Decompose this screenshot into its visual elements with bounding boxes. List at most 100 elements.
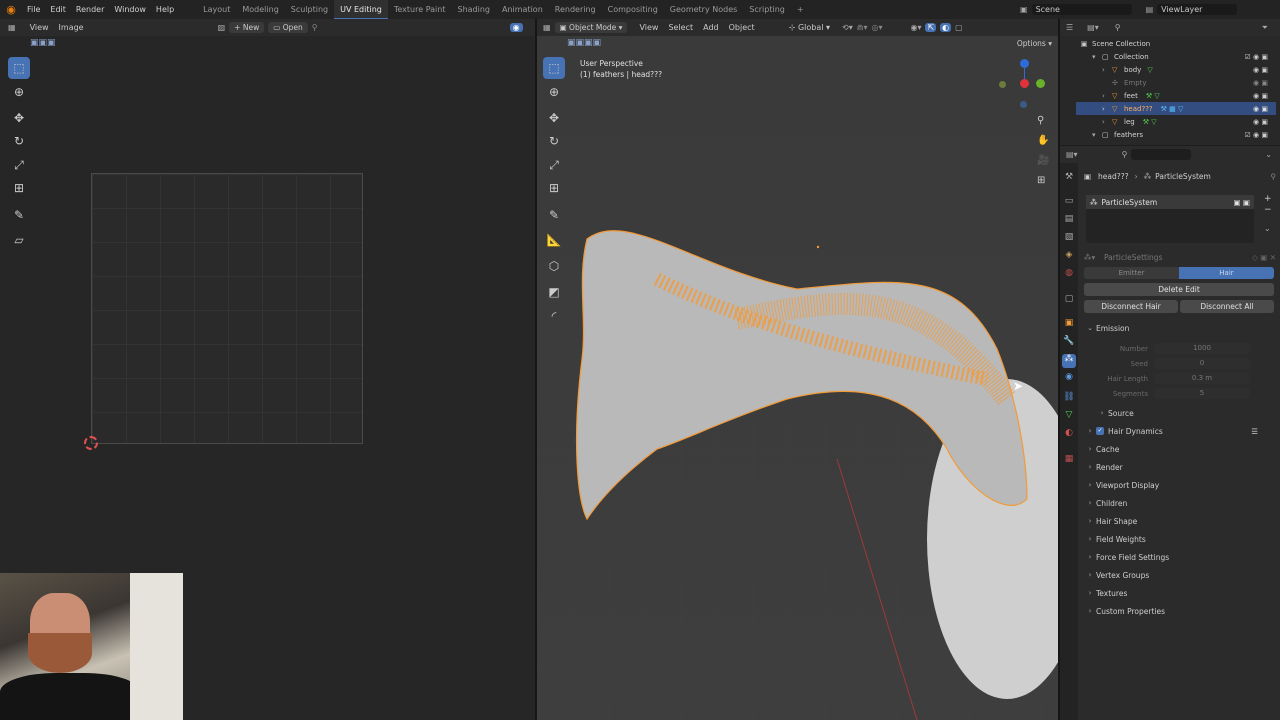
collection-tab-icon[interactable]: ▢	[1062, 294, 1076, 308]
pin-icon[interactable]: ⚲	[312, 23, 318, 32]
outliner-row[interactable]: ▾ ▢ feathers ☑ ◉ ▣	[1076, 128, 1276, 141]
transform-orientation-dropdown[interactable]: ⊹ Global ▾	[789, 23, 830, 32]
outliner-row[interactable]: › ▽ body ▽ ◉ ▣	[1076, 63, 1276, 76]
scene-field[interactable]: Scene	[1031, 4, 1132, 15]
hair-shape-panel-header[interactable]: › Hair Shape	[1084, 513, 1276, 529]
2d-cursor-icon[interactable]	[84, 436, 98, 450]
snap-icon[interactable]: ⋒▾	[857, 23, 868, 32]
tab-shading[interactable]: Shading	[451, 0, 496, 19]
particle-system-item[interactable]: ⁂ ParticleSystem ▣ ▣	[1086, 195, 1254, 209]
cache-panel-header[interactable]: › Cache	[1084, 441, 1276, 457]
constraints-tab-icon[interactable]: ⛓	[1062, 392, 1076, 406]
visibility-eye-icon[interactable]: ◉ ▣	[1253, 92, 1268, 100]
view-layer-icon[interactable]: ▤	[1146, 5, 1154, 14]
outliner-scene-collection[interactable]: ▣ Scene Collection	[1076, 37, 1276, 50]
physics-tab-icon[interactable]: ◉	[1062, 372, 1076, 386]
tab-rendering[interactable]: Rendering	[549, 0, 602, 19]
blender-logo-icon[interactable]: ◉	[0, 3, 22, 16]
viewport-menu-object[interactable]: Object	[729, 23, 755, 32]
grab-tool-icon[interactable]: ▱	[8, 229, 30, 251]
mode-dropdown[interactable]: ▣ Object Mode ▾	[554, 22, 628, 33]
xray-icon[interactable]: ▢	[955, 23, 963, 32]
editor-type-icon[interactable]: ▦	[543, 23, 551, 32]
properties-search-icon[interactable]: ⚲	[1122, 150, 1128, 159]
tab-modeling[interactable]: Modeling	[236, 0, 284, 19]
vertex-groups-panel-header[interactable]: › Vertex Groups	[1084, 567, 1276, 583]
visibility-icon[interactable]: ◉▾	[910, 23, 921, 32]
data-tab-icon[interactable]: ▽	[1062, 410, 1076, 424]
tab-sculpting[interactable]: Sculpting	[285, 0, 334, 19]
scene-tab-icon[interactable]: ◈	[1062, 250, 1076, 264]
annotate-tool-icon[interactable]: ✎	[8, 204, 30, 226]
custom-properties-panel-header[interactable]: › Custom Properties	[1084, 603, 1276, 619]
view-layer-field[interactable]: ViewLayer	[1157, 4, 1238, 15]
source-subpanel-header[interactable]: › Source	[1096, 405, 1276, 421]
tab-texture-paint[interactable]: Texture Paint	[388, 0, 452, 19]
visibility-eye-icon[interactable]: ☑ ◉ ▣	[1245, 131, 1268, 139]
tab-compositing[interactable]: Compositing	[602, 0, 664, 19]
view-layer-tab-icon[interactable]: ▧	[1062, 232, 1076, 246]
pin-icon[interactable]: ⚲	[1271, 172, 1277, 181]
hair-length-field[interactable]: Hair Length 0.3 m	[1084, 372, 1276, 385]
modifier-tab-icon[interactable]: 🔧	[1062, 336, 1076, 350]
texture-tab-icon[interactable]: ▦	[1062, 454, 1076, 468]
open-image-button[interactable]: ▭ Open	[268, 22, 308, 33]
viewport-menu-add[interactable]: Add	[703, 23, 719, 32]
cursor-tool-icon[interactable]: ⊕	[8, 81, 30, 103]
uv-menu-view[interactable]: View	[30, 23, 49, 32]
editor-type-icon[interactable]: ☰	[1066, 23, 1073, 32]
particle-settings-row[interactable]: ⁂▾ ParticleSettings ◇ ▣ ✕	[1084, 249, 1276, 265]
disconnect-hair-button[interactable]: Disconnect Hair	[1084, 300, 1178, 313]
hair-dynamics-checkbox[interactable]: ✓	[1096, 427, 1104, 435]
gizmo-toggle-icon[interactable]: ◉	[509, 23, 523, 32]
menu-edit[interactable]: Edit	[45, 5, 71, 14]
outliner-row[interactable]: ▾ ▢ Collection ☑ ◉ ▣	[1076, 50, 1276, 63]
particle-system-list[interactable]: ⁂ ParticleSystem ▣ ▣	[1086, 195, 1254, 243]
particles-tab-icon[interactable]: ⁂	[1062, 354, 1076, 368]
visibility-eye-icon[interactable]: ◉ ▣	[1253, 105, 1268, 113]
hair-tab[interactable]: Hair	[1179, 267, 1274, 279]
force-field-settings-panel-header[interactable]: › Force Field Settings	[1084, 549, 1276, 565]
outliner-row[interactable]: ✣ Empty ◉ ▣	[1076, 76, 1276, 89]
editor-type-icon[interactable]: ▤▾	[1066, 150, 1078, 159]
outliner-row[interactable]: › ▽ feet ⚒ ▽ ◉ ▣	[1076, 89, 1276, 102]
visibility-eye-icon[interactable]: ◉ ▣	[1253, 118, 1268, 126]
move-tool-icon[interactable]: ✥	[8, 107, 30, 129]
pivot-icon[interactable]: ⟲▾	[842, 23, 853, 32]
remove-system-button[interactable]: −	[1264, 205, 1272, 215]
list-menu-chevron-icon[interactable]: ⌄	[1264, 224, 1271, 233]
overlay-icon[interactable]: ◐	[940, 23, 952, 32]
display-mode-icon[interactable]: ▤▾	[1087, 23, 1099, 32]
output-tab-icon[interactable]: ▤	[1062, 214, 1076, 228]
world-tab-icon[interactable]: ◍	[1062, 268, 1076, 282]
rotate-tool-icon[interactable]: ↻	[8, 130, 30, 152]
settings-browse-icon[interactable]: ⁂▾	[1084, 253, 1098, 262]
tool-tab-icon[interactable]: ⚒	[1062, 172, 1076, 186]
display-toggle-icon[interactable]: ▣ ▣	[1233, 198, 1250, 207]
add-system-button[interactable]: +	[1264, 194, 1272, 204]
field-weights-panel-header[interactable]: › Field Weights	[1084, 531, 1276, 547]
outliner-row[interactable]: › ▽ leg ⚒ ▽ ◉ ▣	[1076, 115, 1276, 128]
list-icon[interactable]: ☰	[1251, 427, 1258, 436]
scene-render[interactable]	[537, 19, 1058, 720]
menu-window[interactable]: Window	[109, 5, 151, 14]
image-browse-icon[interactable]: ▨	[218, 23, 226, 32]
render-tab-icon[interactable]: ▭	[1062, 196, 1076, 210]
delete-edit-button[interactable]: Delete Edit	[1084, 283, 1274, 296]
gizmo-icon[interactable]: ⇱	[925, 23, 937, 32]
uv-select-mode[interactable]: ▣▣▣	[30, 38, 56, 48]
scale-tool-icon[interactable]: ⤢	[8, 154, 30, 176]
properties-search-input[interactable]	[1131, 149, 1192, 160]
transform-tool-icon[interactable]: ⊞	[8, 177, 30, 199]
menu-file[interactable]: File	[22, 5, 45, 14]
filter-icon[interactable]: ⏷	[1262, 23, 1268, 33]
tab-scripting[interactable]: Scripting	[743, 0, 791, 19]
editor-type-icon[interactable]: ▦	[8, 23, 16, 32]
object-tab-icon[interactable]: ▣	[1062, 318, 1076, 332]
options-chevron-icon[interactable]: ⌄	[1265, 150, 1272, 159]
visibility-eye-icon[interactable]: ◉ ▣	[1253, 66, 1268, 74]
proportional-edit-icon[interactable]: ◎▾	[871, 23, 882, 32]
visibility-eye-icon[interactable]: ☑ ◉ ▣	[1245, 53, 1268, 61]
textures-panel-header[interactable]: › Textures	[1084, 585, 1276, 601]
menu-render[interactable]: Render	[71, 5, 109, 14]
